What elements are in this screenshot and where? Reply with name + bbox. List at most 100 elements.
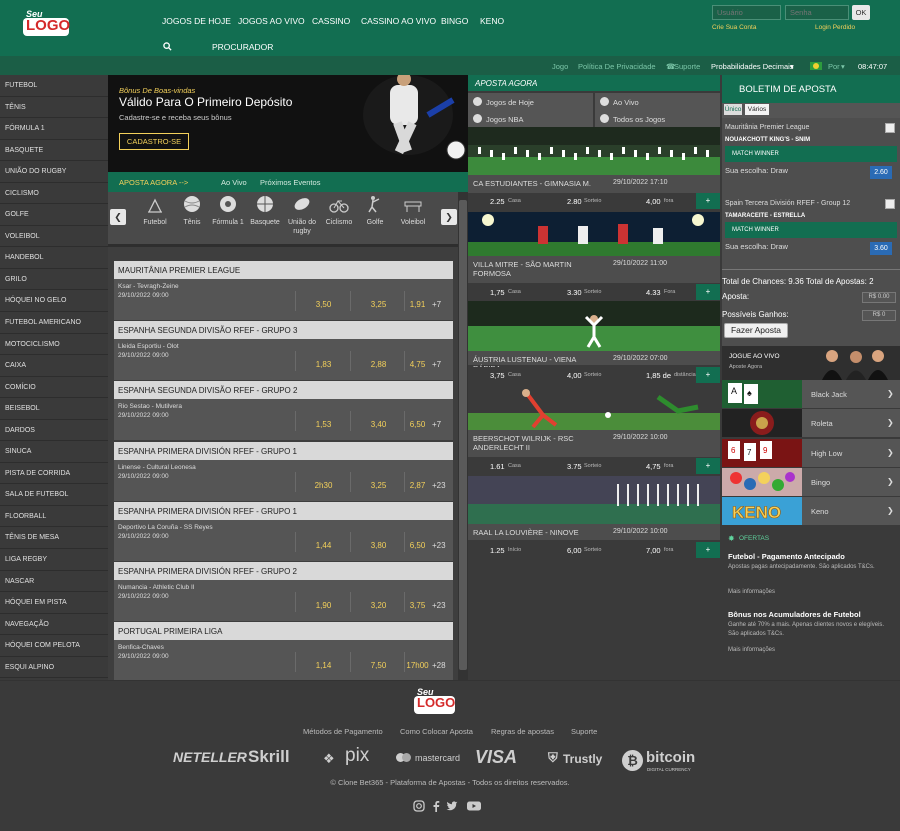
sidebar-item[interactable]: FUTEBOL (0, 75, 108, 97)
live-event-info[interactable]: RAAL LA LOUVIÈRE - NINOVE 29/10/2022 10:0… (468, 524, 720, 540)
nav-jogos-ao-vivo[interactable]: JOGOS AO VIVO (238, 16, 305, 26)
tab-multiple[interactable]: Vários (745, 104, 769, 115)
odd-home-button[interactable]: 2.25 (490, 197, 505, 206)
sidebar-item[interactable]: ESQUI ALPINO (0, 657, 108, 679)
odd-draw-button[interactable]: 3,20 (350, 592, 406, 612)
match-row[interactable]: Numancia - Athletic Club II 29/10/2022 09… (114, 580, 453, 621)
offer-more-link[interactable]: Mais informações (728, 647, 775, 653)
odd-away-button[interactable]: 4,75 (404, 351, 430, 372)
nav-cassino[interactable]: CASSINO (312, 16, 350, 26)
sidebar-item[interactable]: UNIÃO DO RUGBY (0, 161, 108, 183)
instagram-icon[interactable] (413, 800, 425, 812)
register-link[interactable]: Crie Sua Conta (712, 24, 756, 31)
sidebar-item[interactable]: BASQUETE (0, 140, 108, 162)
odd-draw-button[interactable]: 4,00 (567, 371, 582, 380)
match-teams[interactable]: Deportivo La Coruña - SS Reyes (118, 524, 213, 531)
carousel-prev-button[interactable]: ❮ (110, 209, 126, 225)
nav-bingo[interactable]: BINGO (441, 16, 468, 26)
twitter-icon[interactable] (446, 800, 458, 812)
match-row[interactable]: Lleida Esportiu - Olot 29/10/2022 09:00 1,… (114, 339, 453, 381)
search-icon[interactable] (163, 42, 172, 51)
sidebar-item[interactable]: HÓQUEI COM PELOTA (0, 635, 108, 657)
facebook-icon[interactable] (430, 800, 442, 812)
match-row[interactable]: Rio Sestao - Mutilvera 29/10/2022 09:00 1,… (114, 399, 453, 441)
live-event-info[interactable]: VILLA MITRE - SÃO MARTIN FORMOSA 29/10/20… (468, 256, 720, 283)
login-ok-button[interactable]: OK (852, 5, 870, 20)
casino-game-high-low[interactable]: 6 7 9 High Low ❯ (722, 438, 900, 468)
more-markets-link[interactable]: +7 (432, 300, 441, 309)
sidebar-item[interactable]: BEISEBOL (0, 398, 108, 420)
sidebar-item[interactable]: FLOORBALL (0, 506, 108, 528)
footer-link-how-to-bet[interactable]: Como Colocar Aposta (400, 727, 473, 736)
odd-home-button[interactable]: 1,83 (295, 351, 351, 372)
match-row[interactable]: Ksar - Tevragh-Zeine 29/10/2022 09:00 3,50… (114, 279, 453, 320)
sidebar-item[interactable]: HÓQUEI NO GELO (0, 290, 108, 313)
sport-basquete[interactable]: Basquete (247, 194, 283, 227)
odd-home-button[interactable]: 1,14 (295, 652, 351, 673)
footer-link-payment[interactable]: Métodos de Pagamento (303, 727, 383, 736)
language-select[interactable]: Por (828, 62, 840, 71)
plus-icon[interactable]: + (696, 193, 720, 209)
sidebar-item[interactable]: DARDOS (0, 420, 108, 442)
sidebar-item[interactable]: CICLISMO (0, 183, 108, 205)
match-teams[interactable]: Benfica-Chaves (118, 644, 164, 651)
odd-away-button[interactable]: 4,75 (646, 462, 661, 471)
more-markets-link[interactable]: +7 (432, 420, 441, 429)
odd-home-button[interactable]: 1.25 (490, 546, 505, 555)
odd-draw-button[interactable]: 3,25 (350, 471, 406, 492)
sport-rugby[interactable]: União do rugby (284, 194, 320, 236)
odd-away-button[interactable]: 7,00 (646, 546, 661, 555)
sport-golfe[interactable]: Golfe (357, 194, 393, 227)
tab-todos-os-jogos[interactable]: Todos os Jogos (595, 110, 720, 127)
odd-away-button[interactable]: 6,50 (404, 531, 430, 552)
more-markets-link[interactable]: +23 (432, 601, 446, 610)
stake-input[interactable]: R$ 0.00 (862, 292, 896, 303)
sport-formula1[interactable]: Fórmula 1 (210, 194, 246, 227)
odd-home-button[interactable]: 1,75 (490, 288, 505, 297)
odd-draw-button[interactable]: 3,25 (350, 291, 406, 311)
tab-jogos-nba[interactable]: Jogos NBA (468, 110, 593, 127)
live-event-info[interactable]: BEERSCHOT WILRIJK - RSC ANDERLECHT II 29/… (468, 430, 720, 457)
sport-voleibol[interactable]: Voleibol (395, 194, 431, 227)
nav-cassino-ao-vivo[interactable]: CASSINO AO VIVO (361, 16, 436, 26)
odd-draw-button[interactable]: 6,00 (567, 546, 582, 555)
sidebar-item[interactable]: NAVEGAÇÃO (0, 614, 108, 636)
live-event-title[interactable]: BEERSCHOT WILRIJK - RSC ANDERLECHT II (473, 434, 603, 452)
live-event-title[interactable]: RAAL LA LOUVIÈRE - NINOVE (473, 528, 603, 537)
sidebar-item[interactable]: NASCAR (0, 571, 108, 593)
more-markets-link[interactable]: +23 (432, 541, 446, 550)
sidebar-item[interactable]: SALA DE FUTEBOL (0, 484, 108, 506)
sidebar-item[interactable]: HÓQUEI EM PISTA (0, 592, 108, 614)
odd-home-button[interactable]: 1,44 (295, 531, 351, 552)
casino-game-bingo[interactable]: Bingo ❯ (722, 467, 900, 497)
place-bet-button[interactable]: Fazer Aposta (724, 323, 788, 338)
tab-proximos-eventos[interactable]: Próximos Eventos (260, 178, 320, 187)
support-link[interactable]: Suporte (674, 62, 700, 71)
live-event-title[interactable]: CA ESTUDIANTES - GIMNASIA M. (473, 179, 603, 188)
odd-away-button[interactable]: 1,91 (404, 291, 430, 311)
tab-aposta-agora[interactable]: APOSTA AGORA --> (119, 178, 188, 187)
odd-home-button[interactable]: 3,75 (490, 371, 505, 380)
sidebar-item[interactable]: PISTA DE CORRIDA (0, 463, 108, 485)
footer-logo[interactable]: Seu LOGO (414, 687, 464, 717)
odd-away-button[interactable]: 3,75 (404, 592, 430, 612)
live-event-info[interactable]: CA ESTUDIANTES - GIMNASIA M. 29/10/2022 1… (468, 175, 720, 193)
sidebar-item[interactable]: TÊNIS DE MESA (0, 527, 108, 550)
casino-promo[interactable]: JOGUE AO VIVO Aposte Agora (722, 346, 900, 380)
odd-home-button[interactable]: 1,90 (295, 592, 351, 612)
scrollbar-thumb[interactable] (459, 200, 467, 670)
odd-home-button[interactable]: 3,50 (295, 291, 351, 311)
lost-login-link[interactable]: Login Perdido (815, 24, 855, 31)
remove-selection-icon[interactable] (885, 199, 895, 209)
sport-ciclismo[interactable]: Ciclismo (321, 194, 357, 227)
remove-selection-icon[interactable] (885, 123, 895, 133)
footer-link-support[interactable]: Suporte (571, 727, 597, 736)
youtube-icon[interactable] (467, 800, 481, 812)
sidebar-item[interactable]: COMÍCIO (0, 377, 108, 399)
plus-icon[interactable]: + (696, 284, 720, 300)
casino-game-roleta[interactable]: Roleta ❯ (722, 409, 900, 439)
plus-icon[interactable]: + (696, 458, 720, 474)
tab-jogos-de-hoje[interactable]: Jogos de Hoje (468, 93, 593, 110)
odd-draw-button[interactable]: 3,80 (350, 531, 406, 552)
match-teams[interactable]: Linense - Cultural Leonesa (118, 464, 196, 471)
